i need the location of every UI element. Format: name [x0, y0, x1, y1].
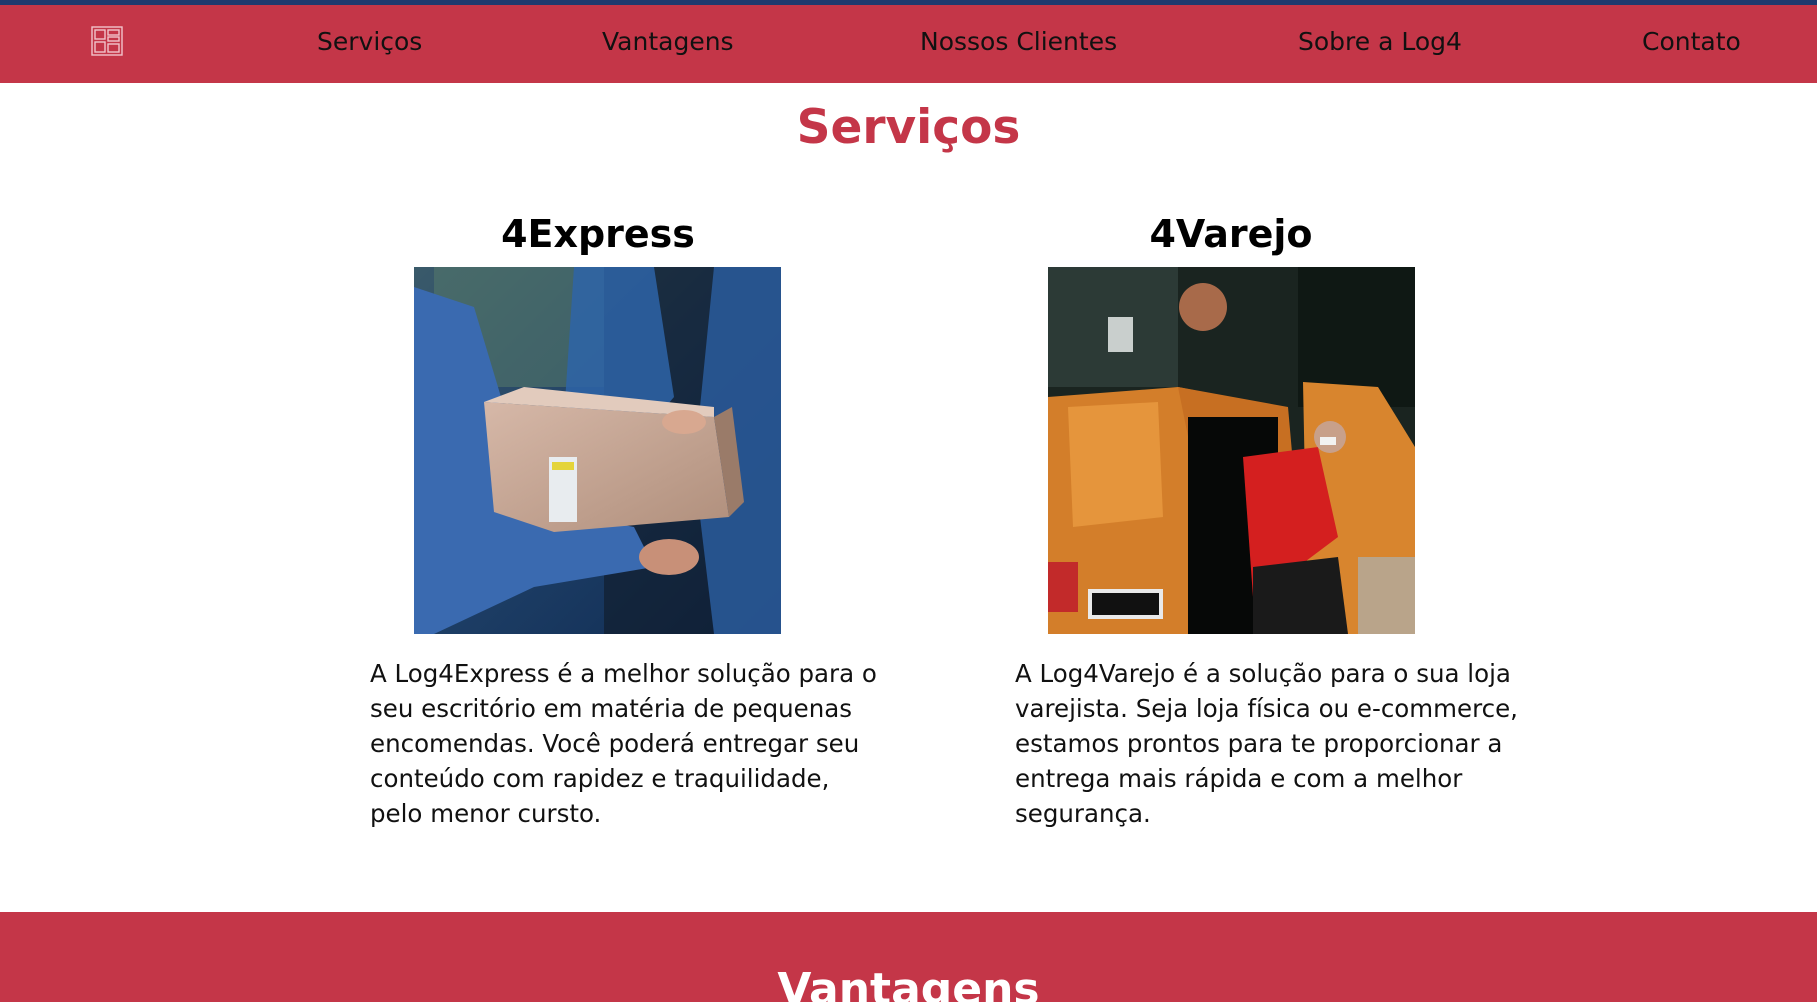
package-handover-photo [414, 267, 781, 634]
nav-item-nossos-clientes[interactable]: Nossos Clientes [920, 22, 1117, 62]
advantages-section: Vantagens [0, 912, 1817, 1002]
nav-item-sobre[interactable]: Sobre a Log4 [1298, 22, 1462, 62]
grid-logo-icon[interactable] [91, 26, 123, 56]
nav-item-vantagens[interactable]: Vantagens [602, 22, 734, 62]
delivery-van-photo [1048, 267, 1415, 634]
nav-item-servicos[interactable]: Serviços [317, 22, 422, 62]
services-section-title: Serviços [796, 100, 1021, 155]
service-card-description-express: A Log4Express é a melhor solução para o … [370, 659, 877, 828]
top-navbar: Serviços Vantagens Nossos Clientes Sobre… [0, 5, 1817, 83]
nav-item-contato[interactable]: Contato [1642, 22, 1741, 62]
advantages-section-title: Vantagens [777, 964, 1040, 1002]
service-card-description-varejo: A Log4Varejo é a solução para o sua loja… [1015, 659, 1518, 828]
service-card-title-varejo: 4Varejo [1149, 212, 1313, 256]
service-card-title-express: 4Express [501, 212, 695, 256]
